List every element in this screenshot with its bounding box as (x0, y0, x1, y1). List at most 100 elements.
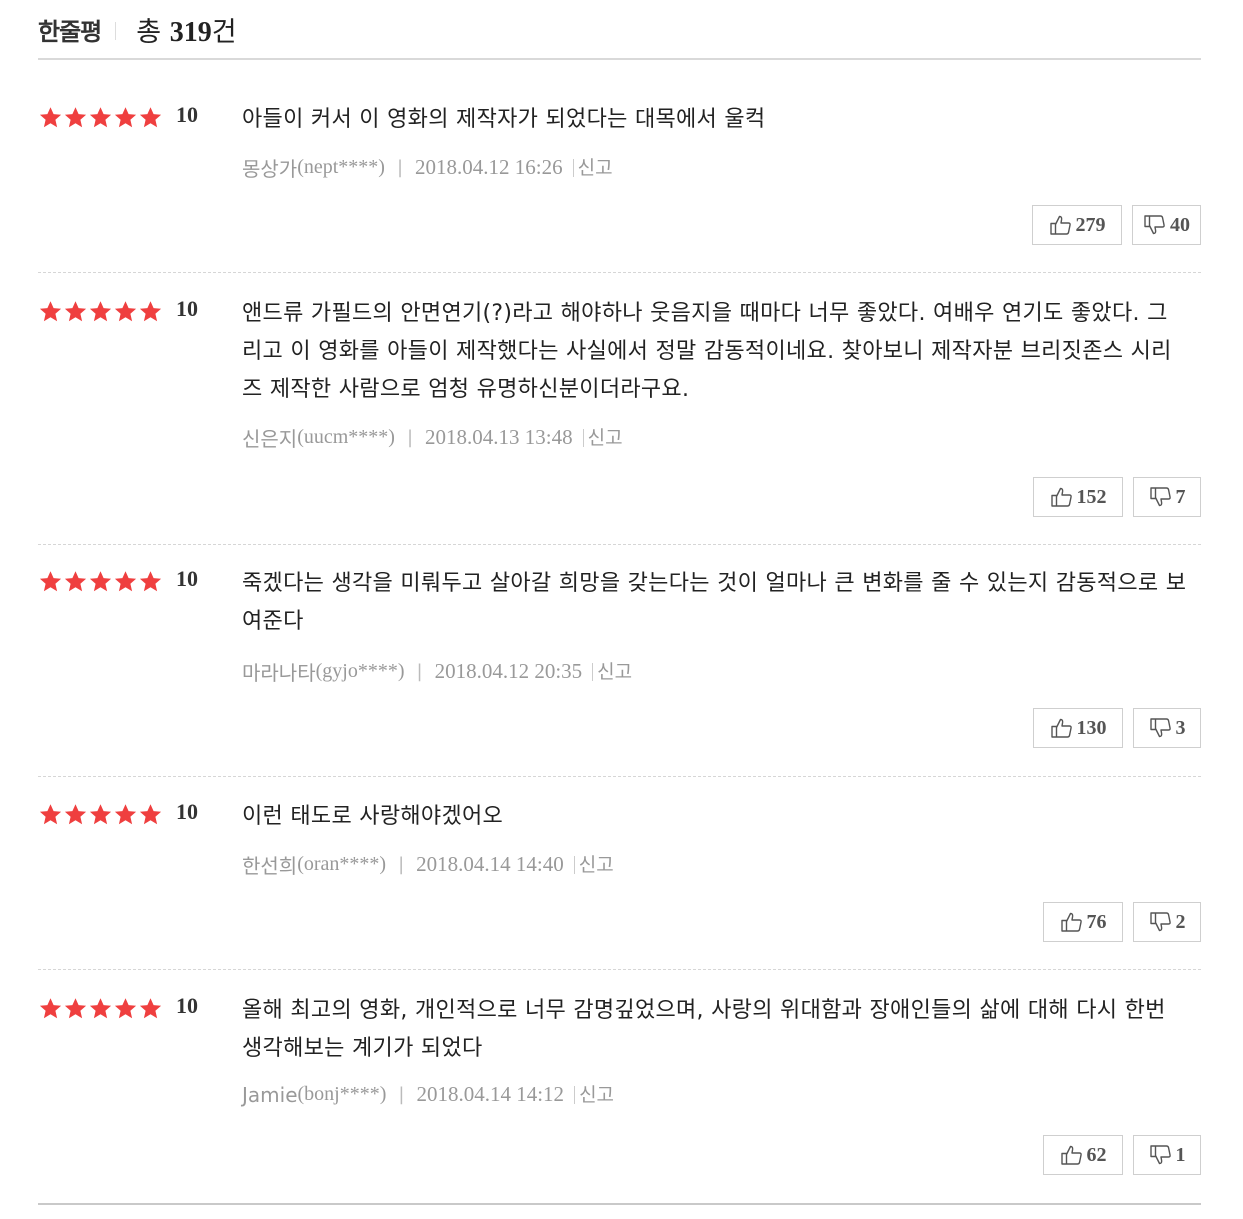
dislike-button[interactable]: 2 (1133, 902, 1201, 942)
review-section: 한줄평 총 319건 10 아들이 커서 이 영화의 제작자가 되었다는 대목에… (38, 0, 1201, 1205)
thumbs-up-icon (1050, 718, 1072, 738)
like-button[interactable]: 152 (1033, 477, 1123, 517)
dislike-button[interactable]: 7 (1133, 477, 1201, 517)
report-link[interactable]: 신고 (572, 158, 613, 177)
review-text: 아들이 커서 이 영화의 제작자가 되었다는 대목에서 울컥 (242, 107, 766, 132)
star-icon (64, 571, 87, 592)
reviewer-id: (uucm****) (297, 426, 395, 448)
star-icon (114, 571, 137, 592)
review-meta: 한선희 (oran****) | 2018.04.14 14:40 신고 (242, 850, 614, 879)
rating-score: 10 (176, 799, 198, 824)
report-link[interactable]: 신고 (582, 428, 623, 447)
meta-divider: | (416, 661, 423, 682)
rating-score: 10 (176, 566, 198, 591)
star-rating (38, 300, 163, 323)
star-icon (64, 998, 87, 1019)
like-count: 76 (1086, 910, 1107, 933)
report-link[interactable]: 신고 (592, 662, 632, 681)
reviewer-nickname: 몽상가 (242, 157, 298, 181)
dislike-count: 40 (1170, 213, 1190, 236)
like-count: 279 (1075, 213, 1106, 236)
star-icon (89, 301, 112, 322)
rating-score: 10 (176, 102, 198, 127)
vote-buttons: 152 7 (1033, 477, 1201, 517)
review-item: 10 아들이 커서 이 영화의 제작자가 되었다는 대목에서 울컥 몽상가 (ne… (38, 60, 1201, 273)
review-item: 10 이런 태도로 사랑해야겠어오 한선희 (oran****) | 2018.0… (38, 777, 1201, 970)
reviewer-nickname: 신은지 (242, 427, 298, 451)
star-icon (114, 998, 137, 1019)
meta-divider: | (398, 854, 405, 875)
star-rating (38, 803, 163, 826)
reviewer-nickname: Jamie (242, 1082, 298, 1107)
thumbs-up-icon (1060, 912, 1082, 932)
thumbs-up-icon (1060, 1145, 1082, 1165)
dislike-button[interactable]: 40 (1132, 205, 1201, 245)
like-count: 130 (1076, 716, 1107, 739)
star-icon (89, 571, 112, 592)
review-date: 2018.04.14 14:12 (416, 1082, 565, 1106)
dislike-count: 2 (1175, 910, 1186, 933)
star-icon (89, 107, 112, 128)
review-item: 10 올해 최고의 영화, 개인적으로 너무 감명깊었으며, 사랑의 위대함과 … (38, 970, 1201, 1205)
star-icon (114, 804, 137, 825)
thumbs-down-icon (1149, 487, 1171, 507)
star-icon (64, 107, 87, 128)
vote-buttons: 279 40 (1032, 205, 1201, 245)
star-icon (114, 107, 137, 128)
review-text: 앤드류 가필드의 안면연기(?)라고 해야하나 웃음지을 때마다 너무 좋았다.… (242, 301, 1172, 402)
vote-buttons: 130 3 (1033, 708, 1201, 748)
like-button[interactable]: 130 (1033, 708, 1123, 748)
star-icon (89, 998, 112, 1019)
reviewer-id: (oran****) (297, 853, 387, 875)
star-rating (38, 106, 163, 129)
review-date: 2018.04.14 14:40 (416, 852, 564, 876)
star-icon (114, 301, 137, 322)
dislike-count: 3 (1175, 716, 1186, 739)
dislike-button[interactable]: 3 (1133, 708, 1201, 748)
star-icon (139, 804, 162, 825)
vote-buttons: 62 1 (1043, 1135, 1201, 1175)
like-count: 62 (1086, 1143, 1107, 1166)
dislike-count: 1 (1175, 1143, 1186, 1166)
star-rating (38, 997, 163, 1020)
reviewer-id: (nept****) (297, 156, 385, 178)
report-link[interactable]: 신고 (573, 855, 614, 874)
star-icon (39, 804, 62, 825)
review-date: 2018.04.12 16:26 (415, 155, 563, 179)
thumbs-down-icon (1149, 1145, 1171, 1165)
review-text: 이런 태도로 사랑해야겠어오 (242, 804, 504, 829)
star-icon (139, 107, 162, 128)
dislike-count: 7 (1175, 485, 1186, 508)
review-text: 죽겠다는 생각을 미뤄두고 살아갈 희망을 갖는다는 것이 얼마나 큰 변화를 … (242, 571, 1187, 634)
review-meta: Jamie (bonj****) | 2018.04.14 14:12 신고 (242, 1082, 614, 1107)
like-button[interactable]: 62 (1043, 1135, 1123, 1175)
like-button[interactable]: 76 (1043, 902, 1123, 942)
reviewer-id: (gyjo****) (315, 660, 405, 682)
review-meta: 몽상가 (nept****) | 2018.04.12 16:26 신고 (242, 153, 613, 182)
reviewer-nickname: 마라나타 (242, 661, 316, 685)
count-number: 319 (169, 16, 212, 48)
review-item: 10 앤드류 가필드의 안면연기(?)라고 해야하나 웃음지을 때마다 너무 좋… (38, 273, 1201, 545)
report-link[interactable]: 신고 (574, 1085, 614, 1104)
star-icon (39, 998, 62, 1019)
like-button[interactable]: 279 (1032, 205, 1122, 245)
meta-divider: | (398, 1084, 405, 1105)
count-suffix: 건 (211, 16, 237, 48)
count-prefix: 총 (136, 16, 170, 48)
section-title: 한줄평 (38, 17, 102, 46)
review-list: 10 아들이 커서 이 영화의 제작자가 되었다는 대목에서 울컥 몽상가 (ne… (38, 60, 1201, 1205)
thumbs-up-icon (1050, 487, 1072, 507)
review-meta: 신은지 (uucm****) | 2018.04.13 13:48 신고 (242, 423, 623, 452)
dislike-button[interactable]: 1 (1133, 1135, 1201, 1175)
reviewer-id: (bonj****) (297, 1083, 387, 1105)
meta-divider: | (396, 157, 404, 178)
review-date: 2018.04.13 13:48 (425, 425, 573, 449)
star-icon (139, 571, 162, 592)
star-icon (139, 998, 162, 1019)
rating-score: 10 (176, 296, 198, 321)
meta-divider: | (406, 427, 414, 448)
star-icon (64, 301, 87, 322)
vote-buttons: 76 2 (1043, 902, 1201, 942)
review-text: 올해 최고의 영화, 개인적으로 너무 감명깊었으며, 사랑의 위대함과 장애인… (242, 998, 1166, 1061)
review-count: 총 319건 (136, 10, 236, 49)
